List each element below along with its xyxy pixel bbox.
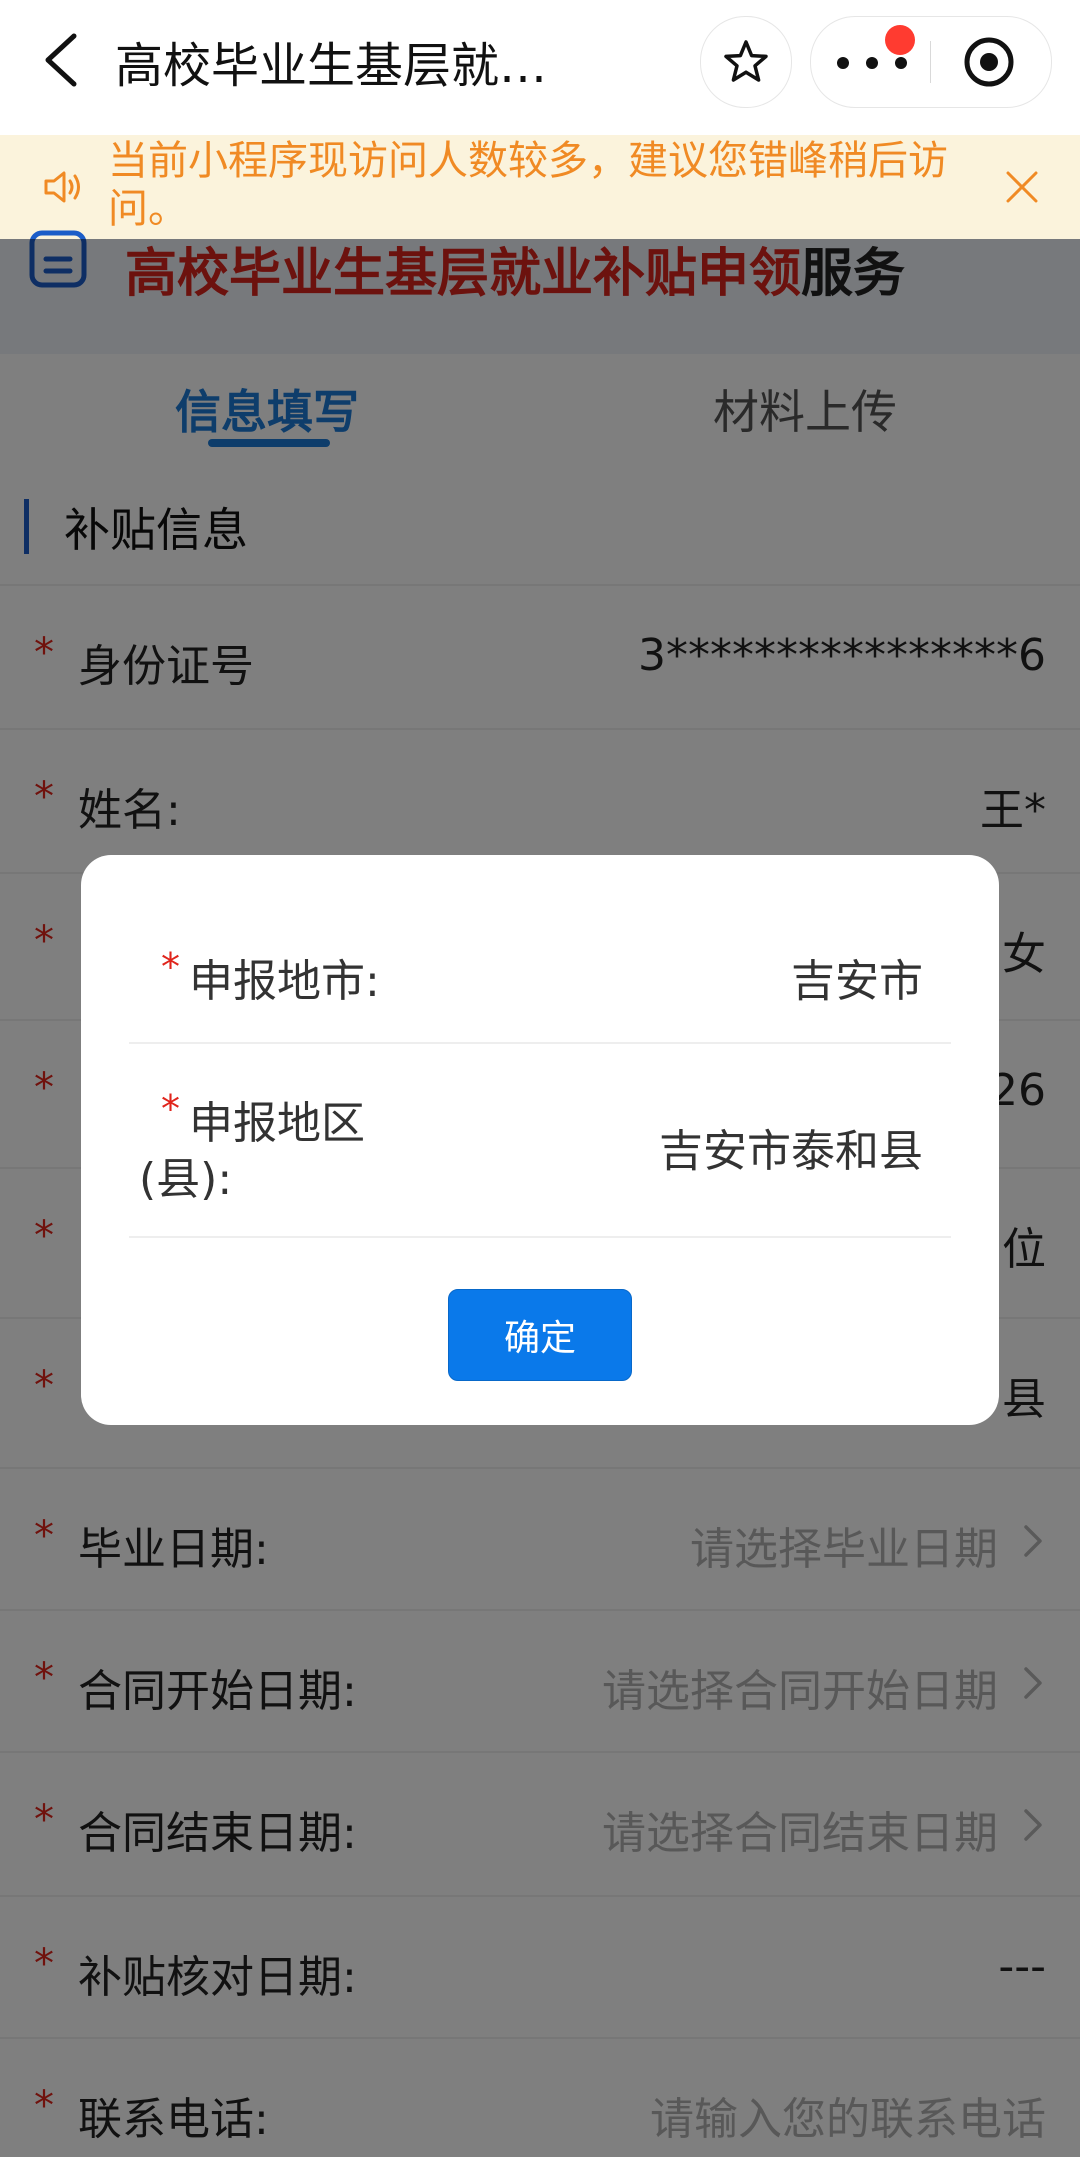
capsule-menu <box>810 16 1052 108</box>
dialog-divider <box>129 1236 951 1238</box>
required-mark: * <box>161 945 180 989</box>
report-district-label-line2: (县): <box>139 1154 233 1205</box>
report-city-label: 申报地市: <box>189 956 380 1007</box>
report-district-label-line1: 申报地区 <box>189 1098 365 1149</box>
notice-bar: 当前小程序现访问人数较多，建议您错峰稍后访问。 <box>0 135 1080 239</box>
report-city-field[interactable]: * 申报地市: 吉安市 <box>129 945 951 1025</box>
dialog-divider <box>129 1042 951 1044</box>
report-district-field[interactable]: * 申报地区 (县): 吉安市泰和县 <box>129 1087 951 1217</box>
capsule-divider <box>930 41 931 83</box>
confirm-button[interactable]: 确定 <box>448 1289 632 1381</box>
notice-text: 当前小程序现访问人数较多，建议您错峰稍后访问。 <box>108 138 948 232</box>
speaker-icon <box>44 171 80 203</box>
back-arrow-icon[interactable] <box>34 30 94 90</box>
top-bar: 高校毕业生基层就… <box>0 0 1080 135</box>
required-mark: * <box>161 1087 180 1131</box>
report-district-value: 吉安市泰和县 <box>659 1126 923 1177</box>
app-title: 高校毕业生基层就… <box>115 38 548 94</box>
region-dialog: * 申报地市: 吉安市 * 申报地区 (县): 吉安市泰和县 确定 <box>81 855 999 1425</box>
report-city-value: 吉安市 <box>791 956 923 1007</box>
record-icon[interactable] <box>961 34 1017 90</box>
close-icon[interactable] <box>1000 165 1044 209</box>
page: 高校毕业生基层就… 当前小程序现访问人数较多，建议您错峰稍后访问。 * 申报地市… <box>0 0 1080 2159</box>
favorite-button[interactable] <box>700 16 792 108</box>
notification-badge <box>885 25 915 55</box>
star-icon <box>724 40 768 82</box>
